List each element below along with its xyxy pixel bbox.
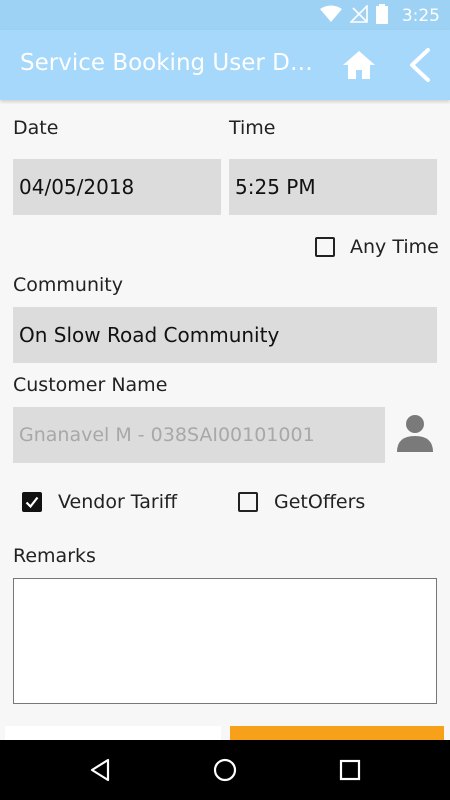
checkmark-icon [25, 496, 39, 509]
no-signal-icon [348, 4, 368, 27]
time-field[interactable]: 5:25 PM [229, 159, 437, 215]
back-button[interactable] [402, 46, 440, 84]
back-triangle-icon [84, 758, 116, 790]
customer-name-label: Customer Name [13, 374, 168, 396]
get-offers-label: GetOffers [274, 491, 366, 513]
community-field[interactable]: On Slow Road Community [13, 307, 437, 363]
time-label: Time [229, 117, 276, 139]
remarks-label: Remarks [13, 545, 96, 567]
date-label: Date [13, 117, 59, 139]
community-label: Community [13, 274, 123, 296]
app-bar: Service Booking User Det… [0, 30, 450, 100]
system-nav-bar [0, 740, 450, 800]
any-time-checkbox[interactable] [315, 237, 335, 257]
any-time-label: Any Time [350, 236, 439, 258]
home-circle-icon [209, 758, 241, 790]
nav-recents-button[interactable] [334, 754, 366, 786]
vendor-tariff-checkbox[interactable] [22, 492, 42, 512]
person-icon [395, 415, 435, 460]
status-bar: 3:25 [0, 0, 450, 30]
vendor-tariff-label: Vendor Tariff [58, 491, 178, 513]
home-button[interactable] [339, 46, 379, 84]
chevron-left-icon [402, 48, 440, 88]
home-icon [339, 51, 379, 88]
recents-square-icon [334, 759, 366, 790]
nav-back-button[interactable] [84, 754, 116, 786]
select-customer-button[interactable] [395, 412, 435, 456]
remarks-textarea[interactable] [13, 578, 437, 704]
date-field[interactable]: 04/05/2018 [13, 159, 221, 215]
customer-name-field[interactable]: Gnanavel M - 038SAI00101001 [13, 407, 385, 463]
status-icons: 3:25 [319, 4, 440, 28]
nav-home-button[interactable] [209, 754, 241, 786]
page-title: Service Booking User Det… [20, 50, 322, 76]
status-time: 3:25 [401, 6, 440, 26]
battery-icon [375, 4, 388, 28]
wifi-icon [319, 5, 342, 27]
get-offers-checkbox[interactable] [238, 492, 258, 512]
